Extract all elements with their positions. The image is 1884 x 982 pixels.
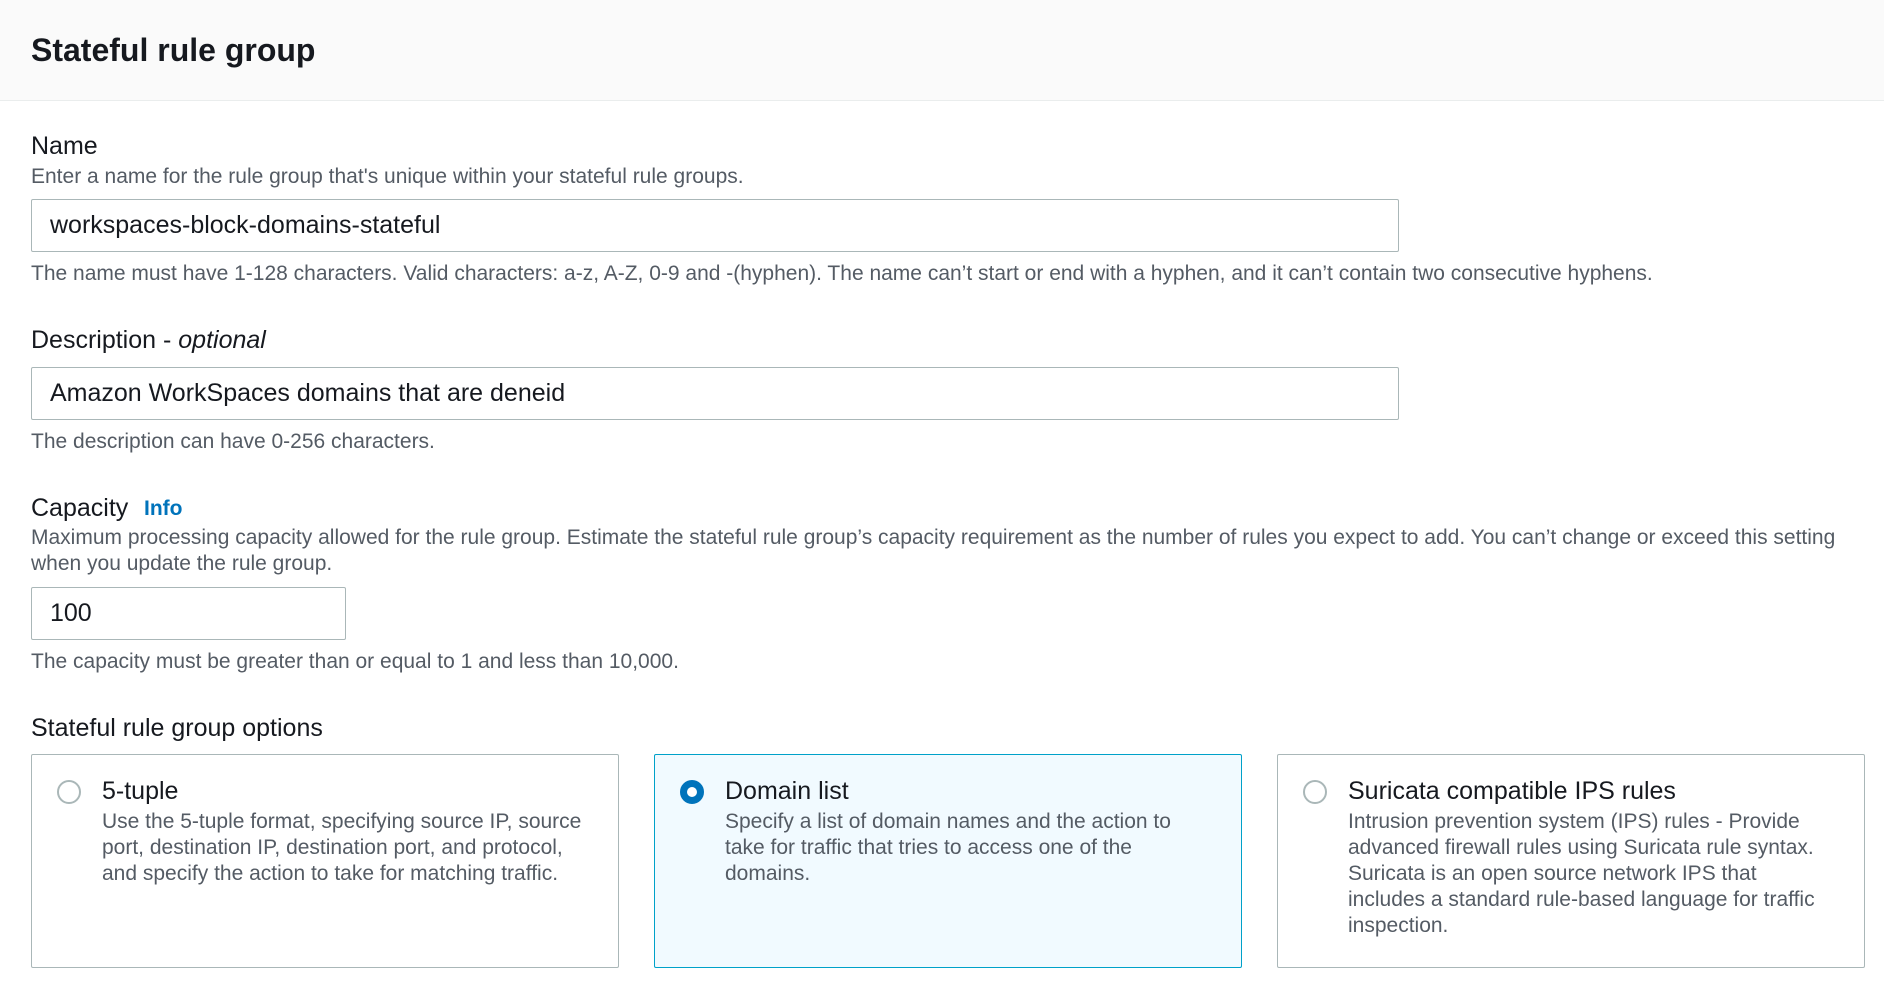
rule-group-options-label: Stateful rule group options <box>31 714 323 742</box>
option-tile-suricata[interactable]: Suricata compatible IPS rules Intrusion … <box>1277 754 1865 968</box>
description-input[interactable] <box>31 367 1399 420</box>
panel-header: Stateful rule group <box>0 0 1884 101</box>
panel-title: Stateful rule group <box>31 32 316 68</box>
radio-domain-list[interactable] <box>680 780 704 804</box>
option-description-suricata: Intrusion prevention system (IPS) rules … <box>1348 810 1815 937</box>
radio-5-tuple[interactable] <box>57 780 81 804</box>
option-tile-5-tuple[interactable]: 5-tuple Use the 5-tuple format, specifyi… <box>31 754 619 968</box>
optional-label: optional <box>178 326 266 354</box>
capacity-constraint-text: The capacity must be greater than or equ… <box>31 650 679 673</box>
description-constraint-text: The description can have 0-256 character… <box>31 430 435 453</box>
option-title-domain-list: Domain list <box>725 777 849 805</box>
capacity-description: Maximum processing capacity allowed for … <box>31 526 1836 575</box>
name-input[interactable] <box>31 199 1399 252</box>
name-constraint-text: The name must have 1-128 characters. Val… <box>31 262 1653 285</box>
stateful-rule-group-panel: Stateful rule group Name Enter a name fo… <box>0 0 1884 982</box>
option-tile-domain-list[interactable]: Domain list Specify a list of domain nam… <box>654 754 1242 968</box>
option-title-suricata: Suricata compatible IPS rules <box>1348 777 1676 805</box>
description-label: Description - optional <box>31 324 266 356</box>
option-description-5-tuple: Use the 5-tuple format, specifying sourc… <box>102 810 582 885</box>
option-title-5-tuple: 5-tuple <box>102 777 179 805</box>
name-label: Name <box>31 132 98 160</box>
capacity-input[interactable] <box>31 587 346 640</box>
description-label-text: Description - <box>31 326 179 354</box>
radio-suricata[interactable] <box>1303 780 1327 804</box>
option-description-domain-list: Specify a list of domain names and the a… <box>725 810 1171 885</box>
capacity-info-link[interactable]: Info <box>144 495 182 523</box>
capacity-label: Capacity <box>31 494 129 522</box>
name-description: Enter a name for the rule group that's u… <box>31 165 744 188</box>
